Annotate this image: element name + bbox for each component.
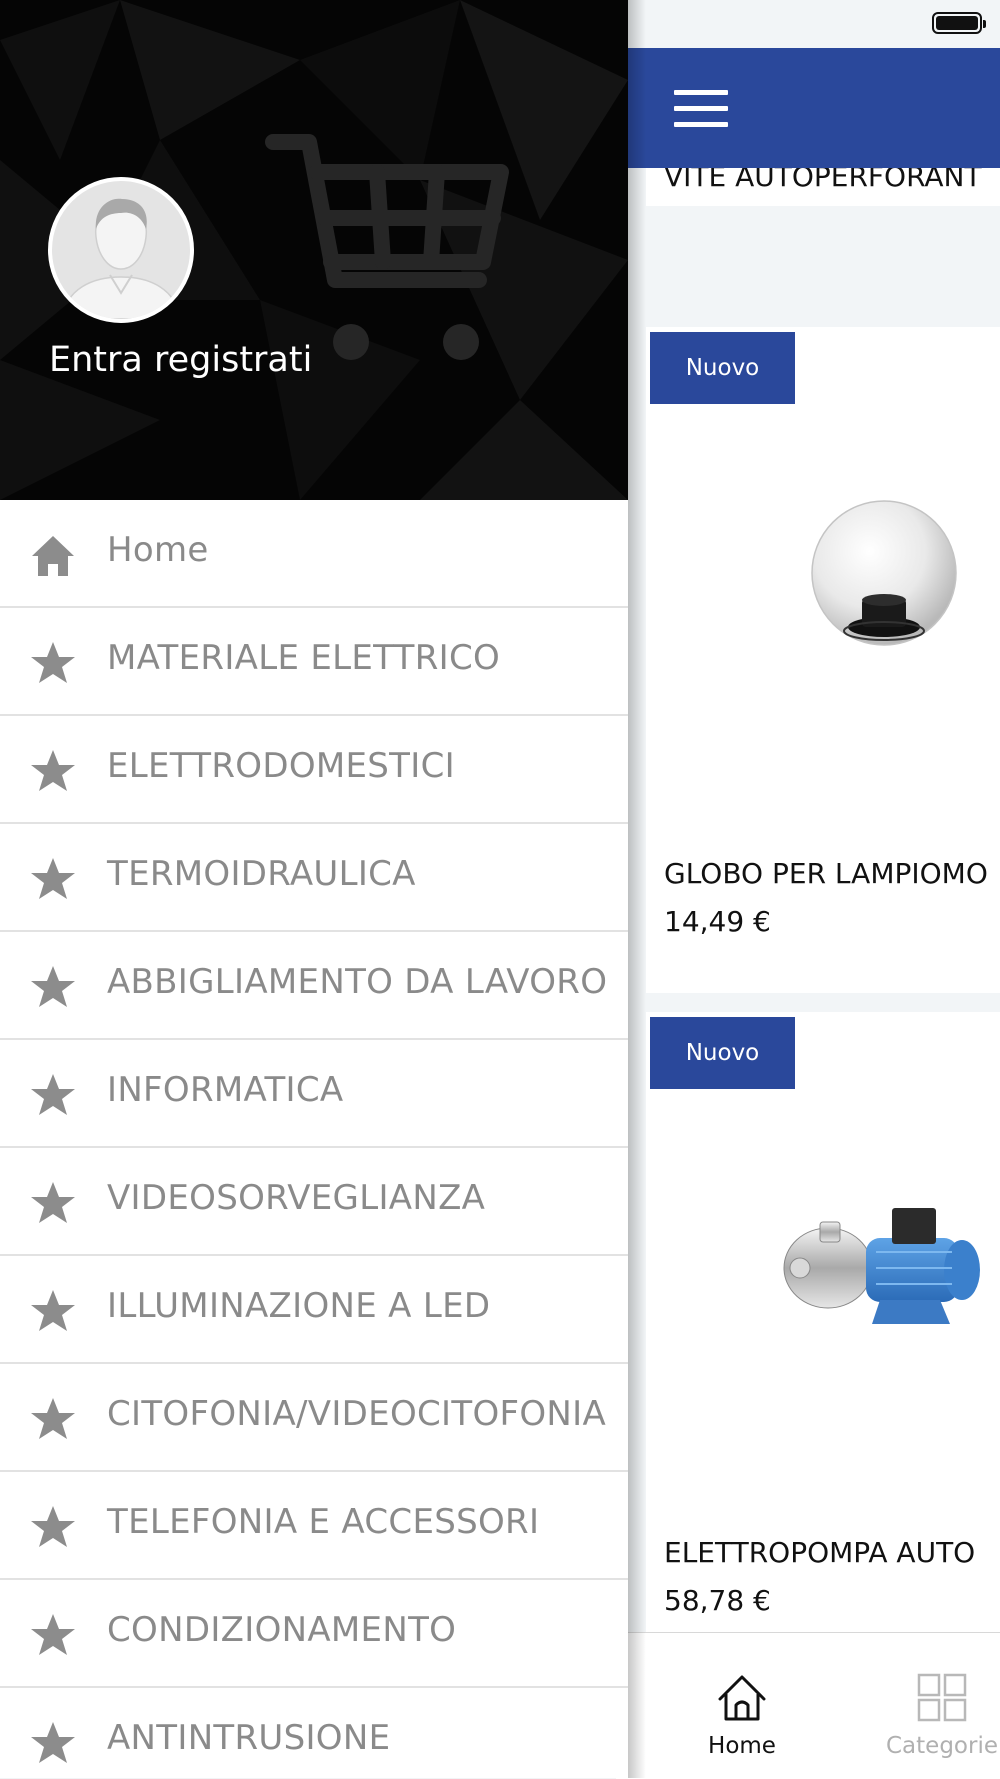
star-icon: [31, 858, 75, 899]
menu-item-condizionamento[interactable]: CONDIZIONAMENTO: [0, 1580, 628, 1688]
menu-item-label: INFORMATICA: [107, 1070, 344, 1110]
product-card[interactable]: Nuovo GLOBO PER LAMPIOMO 14,49 €: [646, 327, 1000, 993]
menu-item-termoidraulica[interactable]: TERMOIDRAULICA: [0, 824, 628, 932]
menu-item-abbigliamento[interactable]: ABBIGLIAMENTO DA LAVORO: [0, 932, 628, 1040]
navigation-drawer: Entra registrati Home MATERIALE ELETTRIC…: [0, 0, 628, 1778]
menu-item-informatica[interactable]: INFORMATICA: [0, 1040, 628, 1148]
product-price: 58,78 €: [664, 1584, 771, 1617]
menu-item-label: TELEFONIA E ACCESSORI: [107, 1502, 540, 1542]
login-register-link[interactable]: Entra registrati: [49, 340, 312, 380]
globe-lamp-image: [811, 500, 957, 646]
tab-categories-label: Categorie: [886, 1733, 998, 1759]
menu-item-label: ANTINTRUSIONE: [107, 1718, 391, 1758]
tab-home-label: Home: [708, 1733, 776, 1759]
new-badge: Nuovo: [650, 1017, 795, 1089]
new-badge: Nuovo: [650, 332, 795, 404]
menu-item-label: MATERIALE ELETTRICO: [107, 638, 501, 678]
star-icon: [31, 1290, 75, 1331]
top-app-bar: [628, 48, 1000, 168]
avatar[interactable]: [48, 177, 194, 323]
home-outline-icon: [718, 1675, 766, 1721]
menu-item-illuminazione-led[interactable]: ILLUMINAZIONE A LED: [0, 1256, 628, 1364]
star-icon: [31, 1506, 75, 1547]
star-icon: [31, 1614, 75, 1655]
product-price: 14,49 €: [664, 905, 771, 938]
menu-item-label: TERMOIDRAULICA: [107, 854, 416, 894]
star-icon: [31, 1722, 75, 1763]
home-icon: [32, 536, 74, 576]
menu-item-label: VIDEOSORVEGLIANZA: [107, 1178, 486, 1218]
star-icon: [31, 1074, 75, 1115]
menu-item-materiale-elettrico[interactable]: MATERIALE ELETTRICO: [0, 608, 628, 716]
menu-icon[interactable]: [674, 90, 728, 128]
tab-categories[interactable]: Categorie: [862, 1673, 1000, 1759]
star-icon: [31, 966, 75, 1007]
star-icon: [31, 642, 75, 683]
menu-item-antintrusione[interactable]: ANTINTRUSIONE: [0, 1688, 628, 1778]
menu-item-label: ELETTRODOMESTICI: [107, 746, 455, 786]
menu-item-citofonia[interactable]: CITOFONIA/VIDEOCITOFONIA: [0, 1364, 628, 1472]
menu-item-label: ILLUMINAZIONE A LED: [107, 1286, 491, 1326]
menu-item-home[interactable]: Home: [0, 500, 628, 608]
menu-item-label: CITOFONIA/VIDEOCITOFONIA: [107, 1394, 607, 1434]
battery-icon: [932, 12, 986, 34]
product-name: ELETTROPOMPA AUTO: [664, 1536, 976, 1569]
menu-item-label: ABBIGLIAMENTO DA LAVORO: [107, 962, 608, 1002]
shopping-cart-icon: [265, 134, 509, 360]
star-icon: [31, 750, 75, 791]
electric-pump-image: [783, 1208, 980, 1324]
product-card-partial[interactable]: VITE AUTOPERFORANT: [646, 168, 1000, 206]
bottom-tab-bar: Home Categorie: [616, 1632, 1000, 1779]
menu-item-elettrodomestici[interactable]: ELETTRODOMESTICI: [0, 716, 628, 824]
drawer-header: Entra registrati: [0, 0, 628, 500]
status-bar: [628, 0, 1000, 48]
user-avatar-icon: [52, 181, 190, 319]
product-name: GLOBO PER LAMPIOMO: [664, 857, 988, 890]
star-icon: [31, 1398, 75, 1439]
menu-item-label: CONDIZIONAMENTO: [107, 1610, 457, 1650]
star-icon: [31, 1182, 75, 1223]
menu-item-label: Home: [107, 530, 209, 570]
grid-icon: [917, 1673, 967, 1722]
menu-item-videosorveglianza[interactable]: VIDEOSORVEGLIANZA: [0, 1148, 628, 1256]
drawer-shadow: [628, 0, 646, 1778]
product-card[interactable]: Nuovo ELETTROPOMPA AUTO 58,78 €: [646, 1012, 1000, 1632]
product-name: VITE AUTOPERFORANT: [664, 168, 982, 193]
drawer-menu: Home MATERIALE ELETTRICO ELETTRODOMESTIC…: [0, 500, 628, 1778]
app-screen: VITE AUTOPERFORANT Nuovo GLOBO PER LAMPI…: [616, 0, 1000, 1779]
tab-home[interactable]: Home: [662, 1673, 822, 1759]
menu-item-telefonia[interactable]: TELEFONIA E ACCESSORI: [0, 1472, 628, 1580]
status-bar: [0, 0, 628, 48]
